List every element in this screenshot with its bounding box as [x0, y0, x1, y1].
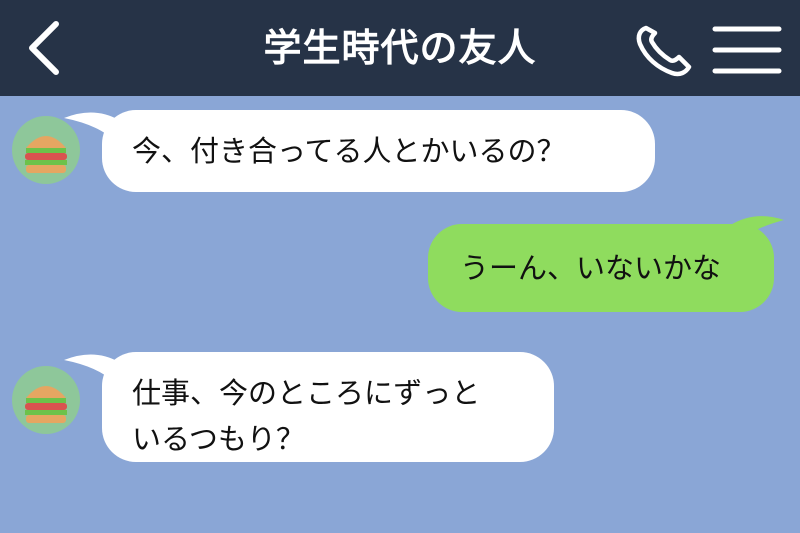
phone-icon — [636, 25, 692, 77]
message-bubble-incoming[interactable]: 今、付き合ってる人とかいるの？ — [102, 110, 655, 192]
message-bubble-outgoing[interactable]: うーん、いないかな — [428, 224, 774, 312]
message-bubble-incoming[interactable]: 仕事、今のところにずっと いるつもり？ — [102, 352, 554, 462]
message-text-line: いるつもり？ — [132, 422, 305, 456]
message-text: うーん、いないかな — [460, 251, 722, 285]
message-text: 今、付き合ってる人とかいるの？ — [132, 134, 566, 168]
menu-button[interactable] — [712, 24, 782, 76]
chevron-left-icon — [29, 21, 59, 75]
message-text-line: 仕事、今のところにずっと — [132, 376, 481, 410]
call-button[interactable] — [632, 22, 696, 78]
back-button[interactable] — [18, 20, 70, 76]
chat-header: 学生時代の友人 — [0, 0, 800, 96]
chat-title: 学生時代の友人 — [263, 26, 537, 70]
hamburger-menu-icon — [712, 26, 782, 74]
